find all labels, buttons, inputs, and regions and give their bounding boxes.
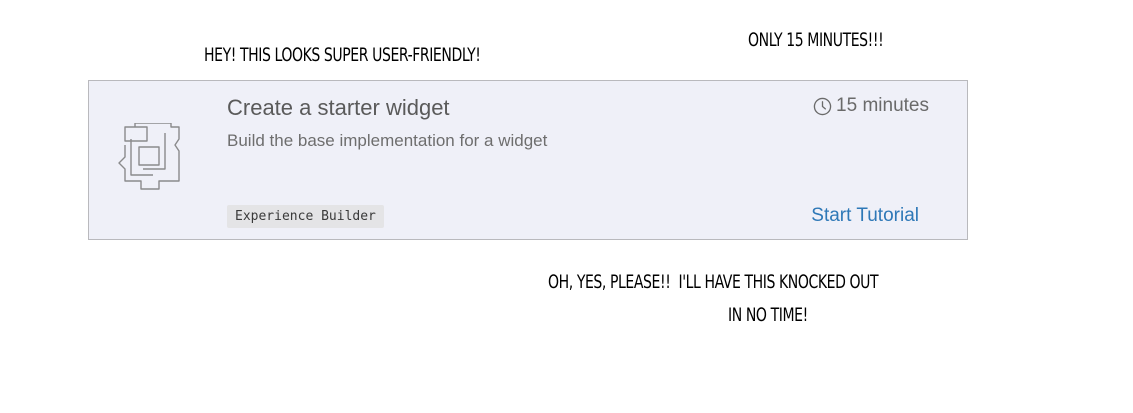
- comic-caption-knocked-out: I'll have this knocked out: [678, 271, 879, 293]
- card-title: Create a starter widget: [227, 95, 450, 120]
- product-tag: Experience Builder: [227, 205, 384, 228]
- start-tutorial-link[interactable]: Start Tutorial: [811, 205, 919, 227]
- comic-caption-user-friendly: Hey! This looks super user-friendly!: [204, 44, 481, 66]
- duration: 15 minutes: [813, 95, 929, 117]
- clock-icon: [813, 97, 832, 115]
- comic-caption-only-15-minutes: Only 15 minutes!!!: [748, 29, 884, 51]
- widget-bracket-icon: [118, 123, 180, 190]
- comic-caption-yes-please: Oh, yes, please!!: [548, 271, 671, 293]
- tutorial-card: Create a starter widget Build the base i…: [88, 80, 968, 240]
- comic-caption-no-time: in no time!: [728, 304, 808, 326]
- duration-label: 15 minutes: [836, 95, 929, 116]
- card-subtitle: Build the base implementation for a widg…: [227, 131, 548, 150]
- comic-caption-bottom-line1: Oh, yes, please!! I'll have this knocked…: [548, 271, 879, 293]
